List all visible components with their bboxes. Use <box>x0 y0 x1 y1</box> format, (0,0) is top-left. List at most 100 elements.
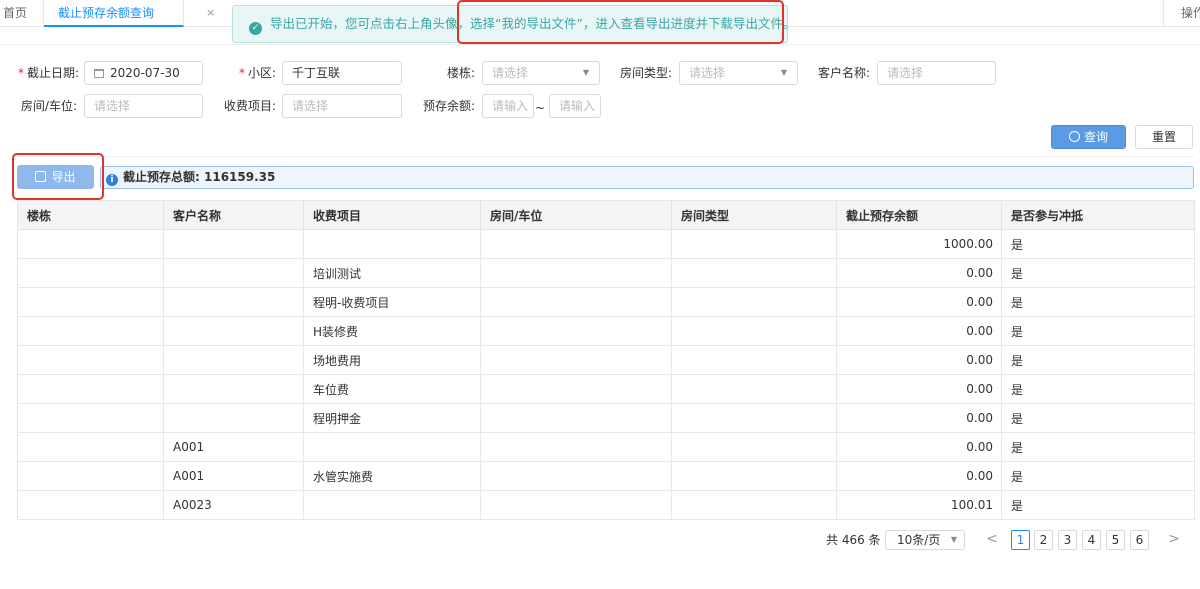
page-2-button[interactable]: 2 <box>1034 530 1053 550</box>
cell-balance: 0.00 <box>836 258 1002 288</box>
page: 首页 截止预存余额查询 × 操作 ✓导出已开始，您可点击右上角头像，选择“我的导… <box>0 0 1200 589</box>
cell-building <box>17 461 164 491</box>
table-row[interactable]: 1000.00 是 <box>17 229 1195 259</box>
cell-balance: 0.00 <box>836 374 1002 404</box>
tab-balance-query[interactable]: 截止预存余额查询 × <box>44 0 215 27</box>
cell-fee-item: 水管实施费 <box>303 461 481 491</box>
col-fee-item[interactable]: 收费项目 <box>303 200 481 230</box>
room-type-label: 房间类型: <box>619 66 672 80</box>
cell-building <box>17 316 164 346</box>
col-building[interactable]: 楼栋 <box>17 200 164 230</box>
prev-page-button[interactable]: < <box>982 530 1002 550</box>
cell-fee-item: 程明押金 <box>303 403 481 433</box>
room-field[interactable]: 请选择 <box>84 94 203 118</box>
search-icon <box>1068 131 1080 142</box>
community-label: * 小区: <box>238 66 276 80</box>
cell-room <box>480 316 672 346</box>
cell-room-type <box>671 316 837 346</box>
cell-offset: 是 <box>1001 432 1195 462</box>
col-offset[interactable]: 是否参与冲抵 <box>1001 200 1195 230</box>
page-5-button[interactable]: 5 <box>1106 530 1125 550</box>
query-button[interactable]: 查询 <box>1051 125 1126 149</box>
chevron-down-icon: ▼ <box>780 68 787 77</box>
balance-max-placeholder: 请输入 <box>559 99 596 113</box>
cell-customer <box>163 316 304 346</box>
page-size-select[interactable]: 10条/页 ▼ <box>885 530 965 550</box>
cell-fee-item <box>303 229 481 259</box>
cell-balance: 0.00 <box>836 345 1002 375</box>
cell-offset: 是 <box>1001 229 1195 259</box>
table-row[interactable]: A001 水管实施费 0.00 是 <box>17 461 1195 491</box>
check-circle-icon: ✓ <box>249 22 262 35</box>
cell-building <box>17 258 164 288</box>
table-row[interactable]: 培训测试 0.00 是 <box>17 258 1195 288</box>
date-label: * 截止日期: <box>17 66 79 80</box>
table-row[interactable]: A001 0.00 是 <box>17 432 1195 462</box>
room-type-select[interactable]: 请选择 ▼ <box>679 61 798 85</box>
cell-customer <box>163 287 304 317</box>
balance-min-input[interactable]: 请输入 <box>482 94 534 118</box>
room-placeholder: 请选择 <box>94 99 131 113</box>
col-customer[interactable]: 客户名称 <box>163 200 304 230</box>
table-row[interactable]: H装修费 0.00 是 <box>17 316 1195 346</box>
cell-room-type <box>671 461 837 491</box>
cell-offset: 是 <box>1001 258 1195 288</box>
cell-fee-item: 场地费用 <box>303 345 481 375</box>
cell-balance: 100.01 <box>836 490 1002 520</box>
required-mark: * <box>17 66 24 80</box>
cell-offset: 是 <box>1001 316 1195 346</box>
page-3-button[interactable]: 3 <box>1058 530 1077 550</box>
reset-button[interactable]: 重置 <box>1135 125 1193 149</box>
tab-home[interactable]: 首页 <box>0 0 44 27</box>
cell-building <box>17 287 164 317</box>
page-1-button[interactable]: 1 <box>1011 530 1030 550</box>
building-label: 楼栋: <box>446 66 475 80</box>
page-6-button[interactable]: 6 <box>1130 530 1149 550</box>
balance-max-input[interactable]: 请输入 <box>549 94 601 118</box>
cell-building <box>17 374 164 404</box>
page-4-button[interactable]: 4 <box>1082 530 1101 550</box>
close-icon[interactable]: × <box>206 0 215 26</box>
next-page-button[interactable]: > <box>1164 530 1184 550</box>
table-row[interactable]: A0023 100.01 是 <box>17 490 1195 520</box>
building-select[interactable]: 请选择 ▼ <box>482 61 600 85</box>
cell-customer: A001 <box>163 461 304 491</box>
cell-room <box>480 287 672 317</box>
form-divider <box>12 156 1194 157</box>
cell-room-type <box>671 403 837 433</box>
cell-room <box>480 490 672 520</box>
chevron-down-icon: ▼ <box>950 535 957 544</box>
table-row[interactable]: 程明-收费项目 0.00 是 <box>17 287 1195 317</box>
header-divider <box>0 44 1200 45</box>
col-room[interactable]: 房间/车位 <box>480 200 672 230</box>
cell-balance: 1000.00 <box>836 229 1002 259</box>
col-room-type[interactable]: 房间类型 <box>671 200 837 230</box>
cell-room <box>480 461 672 491</box>
table-body: 1000.00 是培训测试 0.00 是程明-收费项目 0.00 是 H装修费 0.00 是场地… <box>17 229 1195 520</box>
fee-item-field[interactable]: 请选择 <box>282 94 402 118</box>
col-balance[interactable]: 截止预存余额 <box>836 200 1002 230</box>
cell-customer <box>163 229 304 259</box>
date-picker[interactable]: 2020-07-30 <box>84 61 203 85</box>
cell-customer <box>163 345 304 375</box>
cell-balance: 0.00 <box>836 316 1002 346</box>
cell-room-type <box>671 287 837 317</box>
cell-fee-item <box>303 490 481 520</box>
table-row[interactable]: 程明押金 0.00 是 <box>17 403 1195 433</box>
cell-building <box>17 229 164 259</box>
query-button-label: 查询 <box>1083 130 1108 144</box>
building-placeholder: 请选择 <box>492 66 529 80</box>
cell-fee-item: 培训测试 <box>303 258 481 288</box>
table-header-row: 楼栋 客户名称 收费项目 房间/车位 房间类型 截止预存余额 是否参与冲抵 <box>17 200 1195 230</box>
table-row[interactable]: 车位费 0.00 是 <box>17 374 1195 404</box>
customer-placeholder: 请选择 <box>887 66 924 80</box>
cell-balance: 0.00 <box>836 432 1002 462</box>
tab-operations[interactable]: 操作 <box>1163 0 1200 27</box>
chevron-down-icon: ▼ <box>582 68 589 77</box>
table-row[interactable]: 场地费用 0.00 是 <box>17 345 1195 375</box>
cell-balance: 0.00 <box>836 287 1002 317</box>
customer-field[interactable]: 请选择 <box>877 61 996 85</box>
cell-room <box>480 258 672 288</box>
community-field[interactable]: 千丁互联 <box>282 61 402 85</box>
balance-label: 预存余额: <box>422 99 475 113</box>
